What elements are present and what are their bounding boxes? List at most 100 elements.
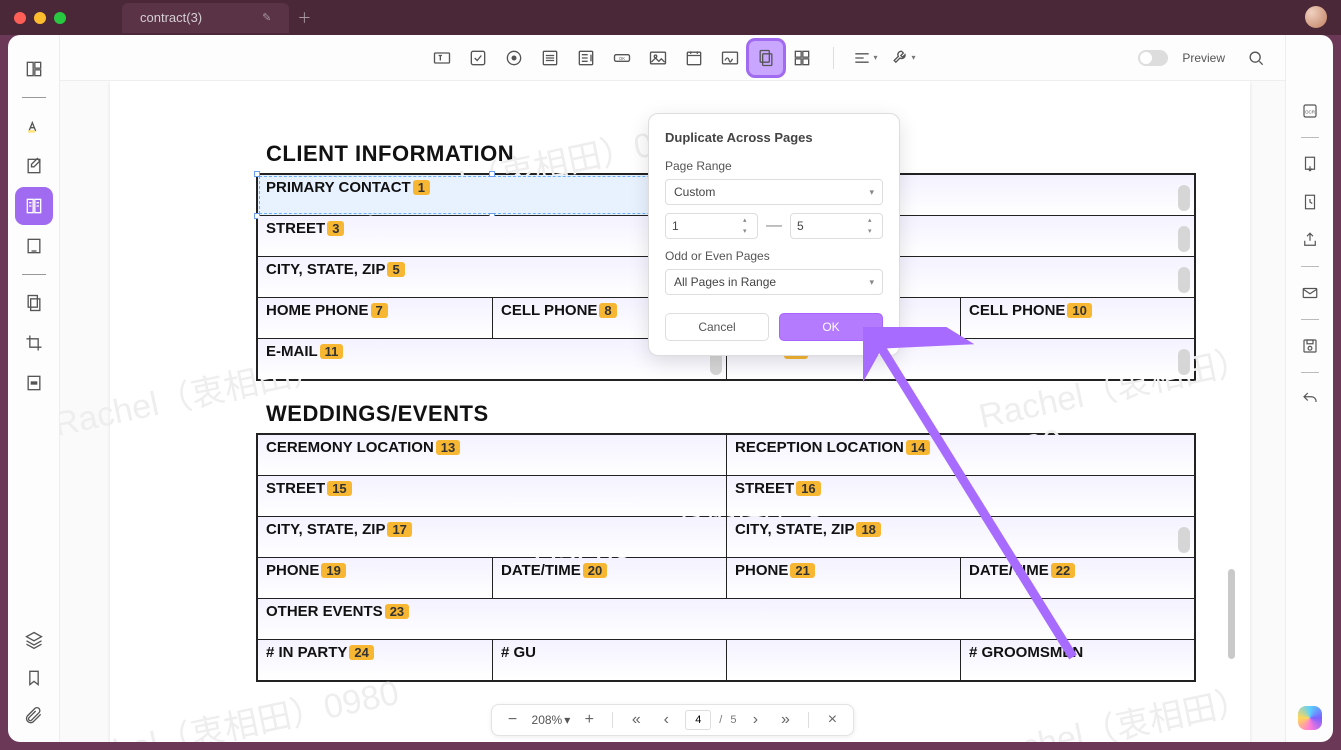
page-separator: / xyxy=(719,714,722,726)
preview-label: Preview xyxy=(1182,51,1225,65)
highlight-icon[interactable] xyxy=(18,110,50,142)
radio-tool[interactable] xyxy=(497,41,531,75)
field-reception[interactable]: RECEPTION LOCATION14 xyxy=(726,435,1194,475)
last-page-button[interactable]: » xyxy=(774,709,796,731)
tools-menu[interactable]: ▾ xyxy=(886,41,920,75)
prev-page-button[interactable]: ‹ xyxy=(655,709,677,731)
window-controls xyxy=(14,12,66,24)
page-navigation: − 208% ▾ + « ‹ / 5 › » × xyxy=(491,704,855,736)
range-mode-select[interactable]: Custom▾ xyxy=(665,179,883,205)
minimize-window-button[interactable] xyxy=(34,12,46,24)
ocr-icon[interactable]: OCR xyxy=(1294,95,1326,127)
field-street-w2[interactable]: STREET16 xyxy=(726,476,1194,516)
field-csz-w1[interactable]: CITY, STATE, ZIP17 xyxy=(258,517,726,557)
field-street-w1[interactable]: STREET15 xyxy=(258,476,726,516)
add-tab-button[interactable]: ＋ xyxy=(297,8,311,28)
redact-icon[interactable] xyxy=(18,367,50,399)
bookmark-icon[interactable] xyxy=(18,662,50,694)
layers-icon[interactable] xyxy=(18,624,50,656)
ok-button[interactable]: OK xyxy=(779,313,883,341)
checkbox-tool[interactable] xyxy=(461,41,495,75)
left-sidebar xyxy=(8,35,60,742)
ocr-pages-icon[interactable] xyxy=(18,287,50,319)
field-other-events[interactable]: OTHER EVENTS23 xyxy=(258,599,1194,639)
form-toolbar: OK ▾ ▾ Preview xyxy=(60,35,1285,81)
zoom-out-button[interactable]: − xyxy=(502,709,524,731)
field-in-party[interactable]: # IN PARTY24 xyxy=(258,640,492,680)
vertical-scrollbar[interactable] xyxy=(1228,569,1235,659)
scrubber[interactable] xyxy=(1178,185,1190,211)
maximize-window-button[interactable] xyxy=(54,12,66,24)
share-icon[interactable] xyxy=(1294,224,1326,256)
duplicate-pages-tool[interactable] xyxy=(749,41,783,75)
first-page-button[interactable]: « xyxy=(625,709,647,731)
field-ceremony[interactable]: CEREMONY LOCATION13 xyxy=(258,435,726,475)
form-editor-icon[interactable] xyxy=(18,190,50,222)
field-phone-w1[interactable]: PHONE19 xyxy=(258,558,492,598)
align-tool[interactable]: ▾ xyxy=(848,41,882,75)
field-csz-w2[interactable]: CITY, STATE, ZIP18 xyxy=(726,517,1194,557)
button-tool[interactable]: OK xyxy=(605,41,639,75)
field-datetime-w1[interactable]: DATE/TIME20 xyxy=(492,558,726,598)
user-avatar[interactable] xyxy=(1305,6,1327,28)
email-icon[interactable] xyxy=(1294,277,1326,309)
field-phone-w2[interactable]: PHONE21 xyxy=(726,558,960,598)
field-gu[interactable]: # GU xyxy=(492,640,726,680)
attachment-icon[interactable] xyxy=(18,700,50,732)
export-icon[interactable] xyxy=(1294,148,1326,180)
weddings-table: CEREMONY LOCATION13 RECEPTION LOCATION14… xyxy=(256,433,1196,682)
close-window-button[interactable] xyxy=(14,12,26,24)
svg-text:OCR: OCR xyxy=(1305,109,1316,114)
ai-sparkle-icon[interactable] xyxy=(1298,706,1322,730)
close-nav-button[interactable]: × xyxy=(821,709,843,731)
right-sidebar: OCR xyxy=(1285,35,1333,742)
crop-icon[interactable] xyxy=(18,327,50,359)
edit-tab-icon[interactable]: ✎ xyxy=(262,11,271,24)
field-cellphone-2[interactable]: CELL PHONE10 xyxy=(960,298,1194,338)
page-input[interactable] xyxy=(685,710,711,730)
page-range-label: Page Range xyxy=(665,159,883,173)
scrubber[interactable] xyxy=(1178,349,1190,375)
tab-title: contract(3) xyxy=(140,10,202,25)
thumbnails-icon[interactable] xyxy=(18,53,50,85)
document-tab[interactable]: contract(3) ✎ xyxy=(122,3,289,33)
window-titlebar: contract(3) ✎ ＋ xyxy=(0,0,1341,35)
odd-even-label: Odd or Even Pages xyxy=(665,249,883,263)
dialog-title: Duplicate Across Pages xyxy=(665,130,883,145)
search-button[interactable] xyxy=(1239,41,1273,75)
field-datetime-w2[interactable]: DATE/TIME22 xyxy=(960,558,1194,598)
next-page-button[interactable]: › xyxy=(744,709,766,731)
watermark: Rachel（衷相田）0980 xyxy=(974,674,1256,742)
text-field-tool[interactable] xyxy=(425,41,459,75)
fill-sign-icon[interactable] xyxy=(18,150,50,182)
field-homephone-1[interactable]: HOME PHONE7 xyxy=(258,298,492,338)
range-to-input[interactable]: 5▴▾ xyxy=(790,213,883,239)
duplicate-pages-dialog: Duplicate Across Pages Page Range Custom… xyxy=(648,113,900,356)
zoom-level[interactable]: 208% ▾ xyxy=(532,713,571,727)
dropdown-tool[interactable] xyxy=(569,41,603,75)
odd-even-select[interactable]: All Pages in Range▾ xyxy=(665,269,883,295)
save-icon[interactable] xyxy=(1294,330,1326,362)
grid-tool[interactable] xyxy=(785,41,819,75)
field-groomsmen[interactable]: # GROOMSMEN xyxy=(960,640,1194,680)
page-total: 5 xyxy=(730,714,736,726)
convert-icon[interactable] xyxy=(1294,186,1326,218)
toolbar-divider xyxy=(833,47,834,69)
section-heading-weddings: WEDDINGS/EVENTS xyxy=(266,401,1250,427)
cancel-button[interactable]: Cancel xyxy=(665,313,769,341)
field-blank[interactable] xyxy=(726,640,960,680)
scrubber[interactable] xyxy=(1178,267,1190,293)
undo-icon[interactable] xyxy=(1294,383,1326,415)
signature-tool[interactable] xyxy=(713,41,747,75)
list-tool[interactable] xyxy=(533,41,567,75)
zoom-in-button[interactable]: + xyxy=(578,709,600,731)
date-tool[interactable] xyxy=(677,41,711,75)
app-window: OK ▾ ▾ Preview xyxy=(8,35,1333,742)
scrubber[interactable] xyxy=(1178,527,1190,553)
image-tool[interactable] xyxy=(641,41,675,75)
preview-toggle[interactable] xyxy=(1138,50,1168,66)
range-from-input[interactable]: 1▴▾ xyxy=(665,213,758,239)
scrubber[interactable] xyxy=(1178,226,1190,252)
page-edit-icon[interactable] xyxy=(18,230,50,262)
svg-text:OK: OK xyxy=(619,56,625,61)
